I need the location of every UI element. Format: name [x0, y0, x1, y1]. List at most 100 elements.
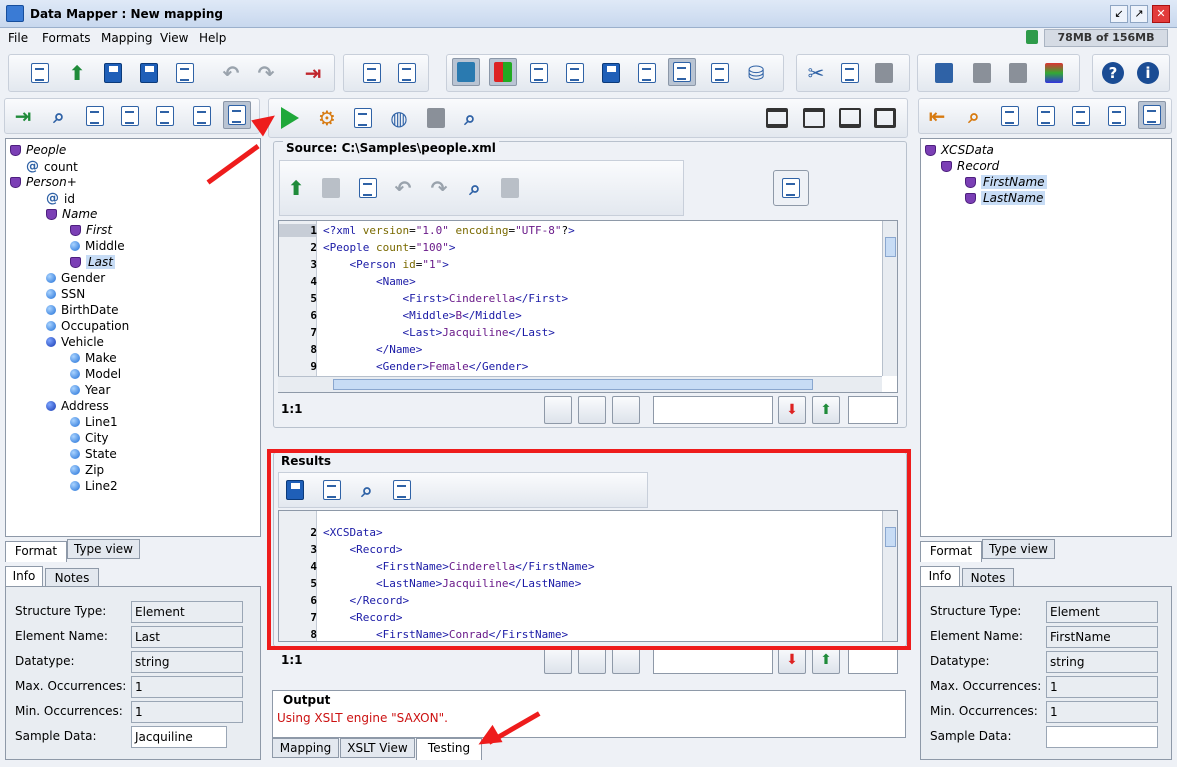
view-structure-icon[interactable]: [151, 102, 179, 130]
source-props-icon[interactable]: [354, 174, 382, 202]
tree-node[interactable]: BirthDate: [46, 303, 119, 317]
layout-bottom-icon[interactable]: [836, 104, 864, 132]
save-source-icon[interactable]: [317, 174, 345, 202]
target-import-icon[interactable]: ⇤: [923, 102, 951, 130]
tab-info-right[interactable]: Info: [920, 566, 960, 587]
source-validate-icon[interactable]: [544, 396, 572, 424]
target-list-icon[interactable]: [1032, 102, 1060, 130]
copy-icon[interactable]: [836, 59, 864, 87]
format-settings-icon[interactable]: [393, 59, 421, 87]
tree-node[interactable]: Make: [70, 351, 117, 365]
restore-icon[interactable]: ↙: [1110, 5, 1128, 23]
tree-node[interactable]: @ count: [26, 159, 78, 174]
structure-list-icon[interactable]: [116, 102, 144, 130]
save-xslt-icon[interactable]: [597, 59, 625, 87]
tree-node[interactable]: Line1: [70, 415, 118, 429]
menu-formats[interactable]: Formats: [42, 31, 91, 45]
structure-tree-icon[interactable]: [223, 101, 251, 129]
tree-node[interactable]: SSN: [46, 287, 85, 301]
tree-node[interactable]: @ id: [46, 191, 75, 206]
close-icon[interactable]: ✕: [1152, 5, 1170, 23]
edit-structure-icon[interactable]: [188, 102, 216, 130]
find-prev-icon[interactable]: ⬆: [812, 396, 840, 424]
tree-node[interactable]: Name: [46, 207, 97, 221]
source-export-icon[interactable]: [496, 174, 524, 202]
web-test-icon[interactable]: ◍: [385, 104, 413, 132]
exit-icon[interactable]: ⇥: [299, 59, 327, 87]
redo-icon[interactable]: ↷: [252, 59, 280, 87]
database-icon[interactable]: ⛁: [742, 59, 770, 87]
source-editor[interactable]: 1 <?xml version="1.0" encoding="UTF-8"?> 2…: [278, 220, 898, 393]
menu-file[interactable]: File: [8, 31, 28, 45]
results-validate-icon[interactable]: [544, 646, 572, 674]
transform-icon[interactable]: [422, 104, 450, 132]
new-icon[interactable]: [26, 59, 54, 87]
results-find-prev-icon[interactable]: ⬆: [812, 646, 840, 674]
new-format-icon[interactable]: [358, 59, 386, 87]
tree-node[interactable]: People: [10, 143, 66, 157]
source-find-icon[interactable]: ⌕: [461, 174, 489, 202]
results-search-input[interactable]: [653, 646, 773, 674]
tree-node[interactable]: State: [70, 447, 117, 461]
tree-node[interactable]: Gender: [46, 271, 105, 285]
source-goto-input[interactable]: [848, 396, 898, 424]
source-format-icon[interactable]: [578, 396, 606, 424]
info-value[interactable]: Jacquiline: [131, 726, 227, 748]
xslt-icon[interactable]: [561, 59, 589, 87]
layout-full-icon[interactable]: [871, 104, 899, 132]
move-structure-icon[interactable]: [930, 59, 958, 87]
tree-node[interactable]: FirstName: [965, 175, 1047, 189]
document-icon[interactable]: [633, 59, 661, 87]
info-value[interactable]: [1046, 726, 1158, 748]
tab-type-view-right[interactable]: Type view: [982, 539, 1055, 559]
source-undo-icon[interactable]: ↶: [389, 174, 417, 202]
menu-help[interactable]: Help: [199, 31, 226, 45]
menu-view[interactable]: View: [160, 31, 188, 45]
list-view-icon[interactable]: [706, 59, 734, 87]
preview-icon[interactable]: ⌕: [456, 104, 484, 132]
tab-info[interactable]: Info: [5, 566, 43, 587]
run-test-button[interactable]: [276, 104, 304, 132]
tree-view-icon[interactable]: [489, 58, 517, 86]
properties-icon[interactable]: [525, 59, 553, 87]
tab-type-view[interactable]: Type view: [67, 539, 140, 559]
tree-node[interactable]: First: [70, 223, 112, 237]
source-list-icon[interactable]: [612, 396, 640, 424]
save-as-icon[interactable]: [135, 59, 163, 87]
tab-mapping[interactable]: Mapping: [272, 738, 339, 758]
stack-icon[interactable]: [1040, 59, 1068, 87]
tree-node[interactable]: Model: [70, 367, 121, 381]
test-settings-icon[interactable]: ⚙: [313, 104, 341, 132]
source-view-icon[interactable]: [668, 58, 696, 86]
find-structure-icon[interactable]: ⌕: [45, 102, 73, 130]
help-icon[interactable]: ?: [1099, 59, 1127, 87]
tree-node[interactable]: City: [70, 431, 109, 445]
tree-node[interactable]: Address: [46, 399, 109, 413]
import-structure-icon[interactable]: ⇥: [9, 102, 37, 130]
tab-format[interactable]: Format: [5, 541, 67, 562]
tree-node[interactable]: Middle: [70, 239, 125, 253]
maximize-icon[interactable]: ↗: [1130, 5, 1148, 23]
open-icon[interactable]: ⬆: [63, 59, 91, 87]
target-tree-icon[interactable]: [1138, 101, 1166, 129]
cut-icon[interactable]: ✂: [802, 59, 830, 87]
results-list-icon[interactable]: [612, 646, 640, 674]
tree-node[interactable]: Vehicle: [46, 335, 104, 349]
source-hscrollbar[interactable]: [278, 376, 882, 392]
find-next-icon[interactable]: ⬇: [778, 396, 806, 424]
open-source-icon[interactable]: ⬆: [282, 174, 310, 202]
layout-split-icon[interactable]: [763, 104, 791, 132]
tree-node[interactable]: Line2: [70, 479, 118, 493]
insert-below-icon[interactable]: [1004, 59, 1032, 87]
tree-node[interactable]: Person+: [10, 175, 77, 189]
paste-icon[interactable]: [870, 59, 898, 87]
add-element-icon[interactable]: [81, 102, 109, 130]
tree-node[interactable]: Year: [70, 383, 110, 397]
tree-node[interactable]: Last: [70, 255, 115, 269]
tree-node[interactable]: Occupation: [46, 319, 129, 333]
info-icon[interactable]: i: [1134, 59, 1162, 87]
save-icon[interactable]: [99, 59, 127, 87]
tree-node[interactable]: XCSData: [925, 143, 994, 157]
tree-node[interactable]: Record: [941, 159, 999, 173]
source-xml-icon[interactable]: [773, 170, 809, 206]
